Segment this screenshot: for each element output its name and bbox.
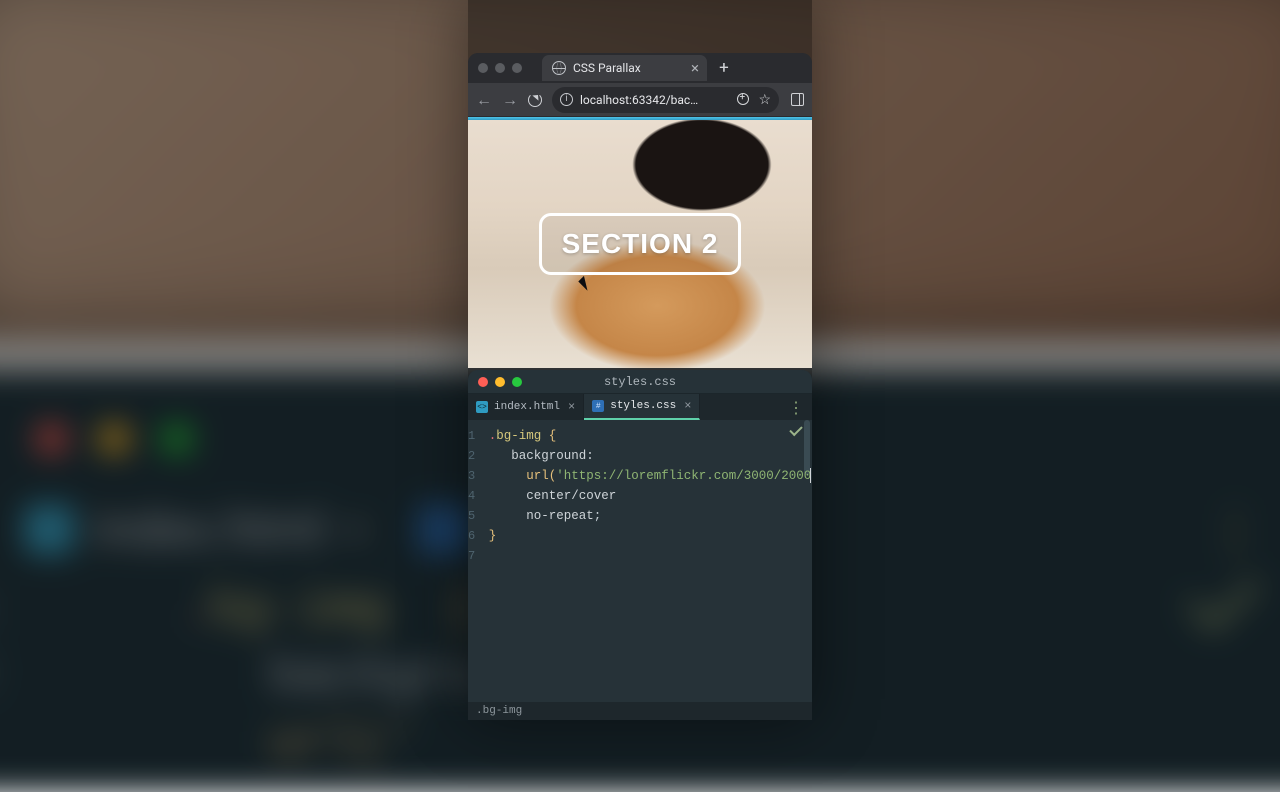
window-maximize-button[interactable] (512, 63, 522, 73)
css-value: center/cover (526, 489, 616, 503)
tab-close-icon[interactable]: × (568, 400, 575, 414)
html-file-icon (476, 401, 488, 413)
backdrop-tab-label: index.html (94, 500, 325, 558)
nav-forward-button[interactable]: → (502, 90, 518, 110)
browser-toolbar: ← → i localhost:63342/bac… ☆ (468, 83, 812, 117)
hero-section: SECTION 2 (468, 120, 812, 368)
html-file-icon (24, 505, 74, 555)
nav-back-button[interactable]: ← (476, 90, 492, 110)
code-text[interactable]: .bg-img { background: url('https://lorem… (481, 420, 812, 702)
editor-minimize-button[interactable] (495, 377, 505, 387)
css-file-icon (419, 505, 469, 555)
hero-heading: SECTION 2 (539, 213, 742, 275)
editor-window: styles.css index.html × styles.css × ⋮ 1… (468, 370, 812, 720)
browser-tab-title: CSS Parallax (573, 61, 641, 75)
backdrop-tab: index.html × (24, 500, 468, 558)
bookmark-star-icon[interactable]: ☆ (758, 92, 771, 108)
address-bar[interactable]: i localhost:63342/bac… ☆ (552, 87, 779, 113)
editor-tab-index-html[interactable]: index.html × (468, 394, 584, 420)
editor-tab-label: styles.css (610, 400, 676, 412)
editor-tabbar: index.html × styles.css × ⋮ (468, 394, 812, 420)
editor-maximize-button[interactable] (512, 377, 522, 387)
line-number: 4 (468, 486, 475, 506)
line-number: 5 (468, 506, 475, 526)
line-number: 6 (468, 526, 475, 546)
close-icon: × (344, 504, 367, 555)
globe-icon (552, 61, 566, 75)
browser-tab[interactable]: CSS Parallax × (542, 55, 707, 81)
window-traffic-lights[interactable] (478, 63, 522, 73)
window-minimize-button[interactable] (495, 63, 505, 73)
side-panel-icon[interactable] (791, 93, 804, 106)
line-number: 7 (468, 546, 475, 566)
center-column: CSS Parallax × + ← → i localhost:63342/b… (468, 0, 812, 720)
editor-kebab-menu[interactable]: ⋮ (788, 398, 804, 418)
editor-breadcrumb[interactable]: .bg-img (468, 702, 812, 720)
kebab-menu-icon (1208, 500, 1256, 564)
css-url-string: https://loremflickr.com/3000/2000 (564, 469, 812, 483)
css-paren: ) (811, 469, 812, 483)
tab-close-icon[interactable]: × (684, 399, 691, 413)
line-number: 3 (468, 466, 475, 486)
css-property: background (511, 449, 586, 463)
url-display: localhost:63342/bac… (580, 93, 730, 107)
css-quote: ' (556, 469, 564, 483)
editor-title: styles.css (604, 375, 676, 389)
backdrop-traffic-lights (35, 423, 193, 455)
editor-code-area[interactable]: 1 2 3 4 5 6 7 .bg-img { background: url(… (468, 420, 812, 702)
zoom-icon[interactable] (737, 93, 751, 107)
site-info-icon[interactable]: i (560, 93, 573, 106)
browser-tabstrip: CSS Parallax × + (468, 53, 812, 83)
browser-window: CSS Parallax × + ← → i localhost:63342/b… (468, 53, 812, 368)
css-brace: { (549, 429, 557, 443)
editor-traffic-lights[interactable] (478, 377, 522, 387)
editor-tab-styles-css[interactable]: styles.css × (584, 394, 700, 420)
browser-viewport[interactable]: SECTION 2 (468, 117, 812, 368)
editor-tab-label: index.html (494, 401, 560, 413)
reload-button[interactable] (528, 93, 542, 107)
new-tab-button[interactable]: + (713, 57, 735, 79)
css-selector: bg-img (496, 429, 541, 443)
css-url-fn: url (526, 469, 549, 483)
css-semicolon: ; (594, 509, 602, 523)
editor-titlebar: styles.css (468, 370, 812, 394)
window-close-button[interactable] (478, 63, 488, 73)
line-number-gutter: 1 2 3 4 5 6 7 (468, 420, 481, 702)
css-file-icon (592, 400, 604, 412)
css-value: no-repeat (526, 509, 594, 523)
breadcrumb-selector: .bg-img (476, 705, 522, 717)
line-number: 1 (468, 426, 475, 446)
editor-close-button[interactable] (478, 377, 488, 387)
css-brace: } (489, 529, 497, 543)
css-colon: : (586, 449, 594, 463)
tab-close-button[interactable]: × (691, 61, 699, 76)
line-number: 2 (468, 446, 475, 466)
